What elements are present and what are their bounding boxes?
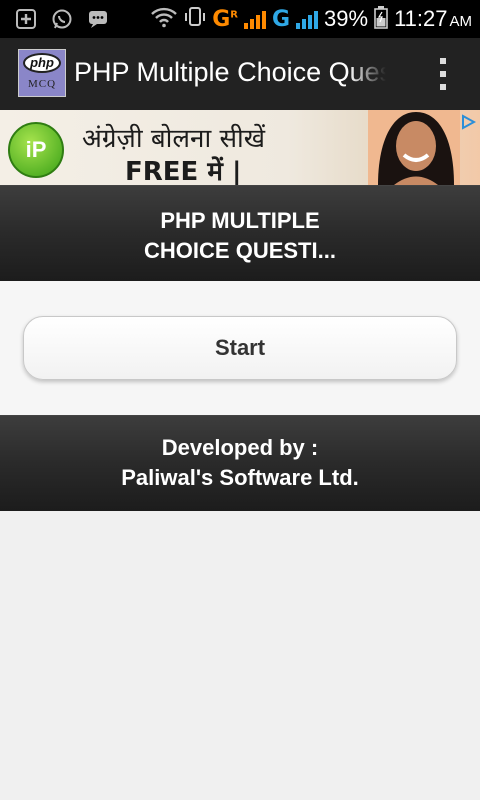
ad-logo: iP — [8, 122, 64, 178]
page-header: PHP MULTIPLE CHOICE QUESTI... — [0, 185, 480, 282]
empty-area — [0, 511, 480, 800]
header-line-2: CHOICE QUESTI... — [144, 238, 336, 263]
app-title: PHP Multiple Choice Questions — [74, 57, 386, 87]
developer-footer: Developed by : Paliwal's Software Ltd. — [0, 415, 480, 512]
start-button[interactable]: Start — [23, 316, 457, 380]
action-bar: php MCQ PHP Multiple Choice Questions — [0, 38, 480, 111]
network-type-1: GR — [212, 6, 238, 32]
signal-icon-2 — [296, 9, 319, 29]
status-bar: GR G 39% 11:27 AM — [0, 0, 480, 38]
footer-line-1: Developed by : — [161, 435, 319, 460]
logo-mcq-text: MCQ — [27, 78, 57, 90]
content-area: Start — [0, 281, 480, 415]
ad-headline: अंग्रेज़ी बोलना सीखें — [82, 124, 266, 154]
signal-icon-1 — [243, 9, 266, 29]
clock: 11:27 AM — [394, 6, 472, 31]
phone-vibrate-icon — [184, 5, 206, 34]
logo-php-text: php — [23, 53, 61, 73]
footer-line-2: Paliwal's Software Ltd. — [121, 465, 359, 490]
chat-icon — [86, 7, 110, 31]
add-notification-icon — [14, 7, 38, 31]
battery-percent: 39% — [324, 6, 369, 31]
app-logo[interactable]: php MCQ — [18, 49, 66, 97]
ad-subline: FREE में | — [125, 157, 242, 185]
battery-icon — [374, 5, 388, 34]
ad-person-image — [368, 110, 460, 185]
ad-choices-icon[interactable] — [460, 114, 476, 130]
ad-banner[interactable]: iP अंग्रेज़ी बोलना सीखें FREE में | — [0, 110, 480, 185]
whatsapp-icon — [50, 7, 74, 31]
header-line-1: PHP MULTIPLE — [160, 208, 320, 233]
overflow-menu-icon[interactable] — [436, 58, 450, 90]
wifi-icon — [150, 6, 178, 33]
network-type-2: G — [271, 6, 291, 32]
